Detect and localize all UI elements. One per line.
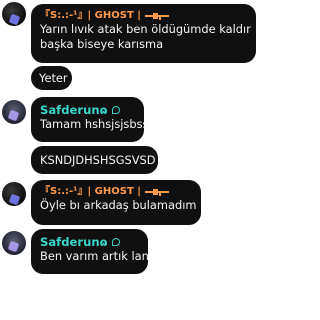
message-text: Yeter xyxy=(39,71,68,85)
ghost-avatar[interactable] xyxy=(2,2,26,26)
safderun-avatar[interactable] xyxy=(2,100,26,124)
safderun-badge-icon xyxy=(111,106,120,114)
message-text: Yarın lıvık atak ben öldügümde kaldır xyxy=(40,22,251,36)
message-bubble[interactable]: 『S:.:-¹』| GHOST | Öyle bı arkadaş bulama… xyxy=(31,180,201,225)
safderun-avatar[interactable] xyxy=(2,231,26,255)
message-text: KSNDJDHSHSGSVSD xyxy=(40,153,156,167)
message-text: Öyle bı arkadaş bulamadım xyxy=(40,198,197,212)
ghost-avatar[interactable] xyxy=(2,182,26,206)
message-bubble[interactable]: Safderunɷ Tamam hshsjsjsbss xyxy=(31,97,149,142)
message-text: başka biseye karısma xyxy=(40,36,164,51)
ghost-gun-icon xyxy=(144,188,173,196)
message-text: Tamam hshsjsjsbss xyxy=(40,117,149,131)
sender-name[interactable]: Safderunɷ xyxy=(40,235,139,249)
ghost-gun-icon xyxy=(144,12,173,20)
safderun-badge-icon xyxy=(111,238,120,246)
message-bubble[interactable]: 『S:.:-¹』| GHOST | Yarın lıvık atak ben ö… xyxy=(31,4,256,63)
message-bubble[interactable]: KSNDJDHSHSGSVSD xyxy=(31,146,158,174)
message-bubble[interactable]: Safderunɷ Ben varım artık lan xyxy=(31,229,149,274)
sender-name[interactable]: 『S:.:-¹』| GHOST | xyxy=(40,185,192,198)
message-text: Ben varım artık lan xyxy=(40,249,149,263)
sender-name[interactable]: Safderunɷ xyxy=(40,103,135,117)
message-bubble[interactable]: Yeter xyxy=(31,66,72,90)
sender-name[interactable]: 『S:.:-¹』| GHOST | xyxy=(40,9,247,22)
